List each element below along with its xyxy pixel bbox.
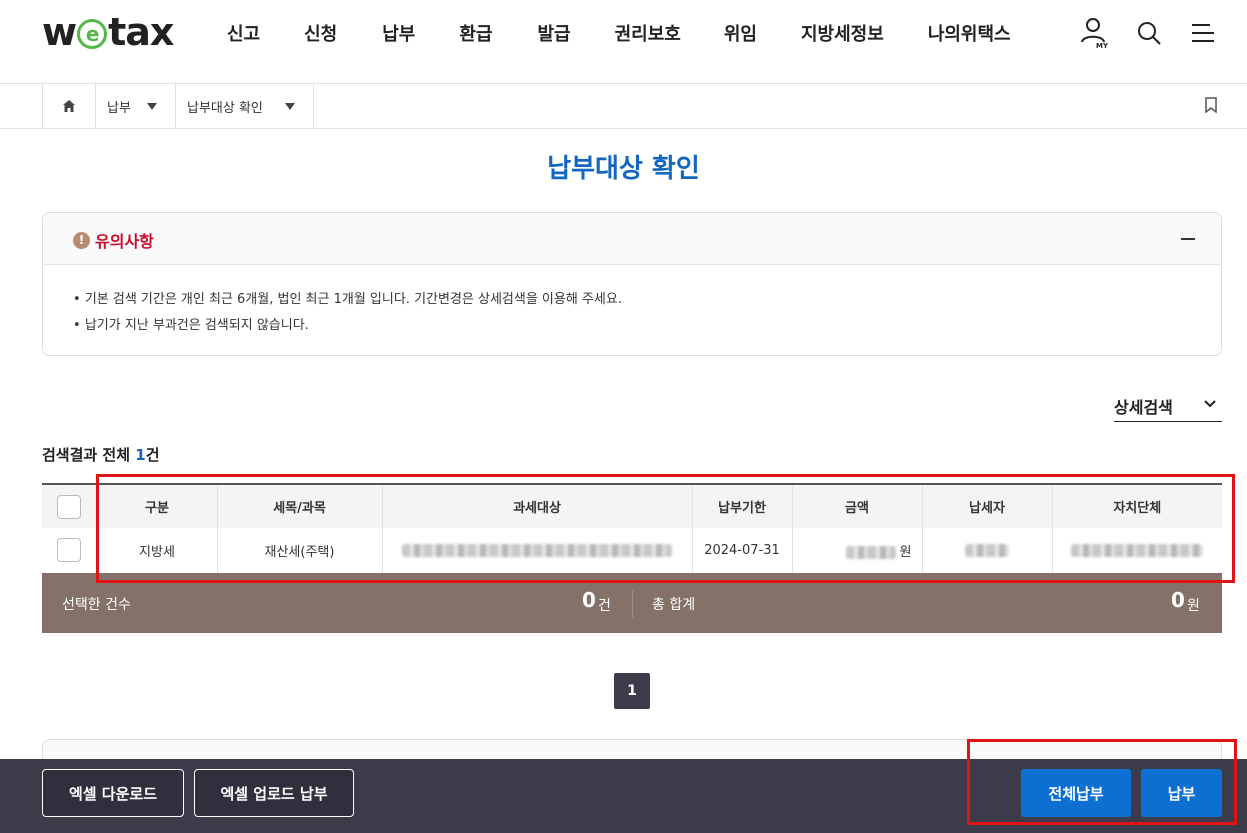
search-icon[interactable] [1133,16,1165,50]
logo-text-tax: tax [108,10,174,54]
action-footer: 엑셀 다운로드 엑셀 업로드 납부 전체납부 납부 [0,759,1247,833]
excel-upload-pay-button[interactable]: 엑셀 업로드 납부 [194,769,354,817]
column-header: 구분 [96,483,217,528]
notice-item: • 납기가 지난 부과건은 검색되지 않습니다. [73,318,309,333]
table-row[interactable]: 지방세 재산세(주택) 2024-07-31 원 [42,528,1222,574]
result-count-prefix: 검색결과 전체 [42,446,136,464]
redacted-local-government [1071,543,1204,557]
notice-title: ! 유의사항 [73,228,154,252]
my-label: MY [1096,42,1109,50]
nav-item-delegate[interactable]: 위임 [724,20,757,46]
cell-local-government [1051,528,1222,574]
total-amount-unit: 원 [1187,598,1200,614]
chevron-down-icon [1204,400,1216,408]
selected-count-unit: 건 [598,598,611,614]
select-all-cell [42,483,97,528]
excel-download-button[interactable]: 엑셀 다운로드 [42,769,184,817]
home-icon[interactable] [42,84,96,128]
result-count-suffix: 건 [145,446,160,464]
result-count-number: 1 [135,446,146,464]
selected-count-value: 0 [582,588,596,612]
breadcrumb-level2-label: 납부대상 확인 [187,100,263,116]
main-nav: 신고 신청 납부 환급 발급 권리보호 위임 지방세정보 나의위택스 [210,20,1011,46]
nav-item-my-wetax[interactable]: 나의위택스 [928,20,1011,46]
pay-all-button[interactable]: 전체납부 [1021,769,1131,817]
nav-item-apply[interactable]: 신청 [304,20,337,46]
breadcrumb: 납부 납부대상 확인 [0,84,1247,129]
total-amount-value: 0 [1171,588,1185,612]
page-title: 납부대상 확인 [547,154,700,184]
summary-divider [632,590,633,618]
nav-item-payment[interactable]: 납부 [382,20,415,46]
cell-amount: 원 [791,528,922,574]
caret-down-icon [285,103,295,110]
header-icons: MY [1079,16,1219,50]
column-header: 과세대상 [381,483,692,528]
bookmark-icon[interactable] [1205,97,1217,117]
column-header: 금액 [791,483,922,528]
wetax-logo[interactable]: w e tax [42,10,174,54]
total-amount-label: 총 합계 [652,597,696,613]
warning-icon: ! [73,231,90,249]
notice-header[interactable]: ! 유의사항 [43,213,1221,265]
redacted-amount [845,545,896,559]
redacted-tax-object [402,543,672,557]
cell-due-date: 2024-07-31 [691,528,792,574]
column-header: 납세자 [921,483,1052,528]
selected-count-label: 선택한 건수 [62,597,131,613]
amount-unit: 원 [899,544,912,560]
nav-item-report[interactable]: 신고 [227,20,260,46]
user-icon[interactable]: MY [1079,16,1111,50]
selection-summary: 선택한 건수 0 건 총 합계 0 원 [42,573,1222,633]
nav-item-issue[interactable]: 발급 [538,20,571,46]
logo-text-w: w [42,10,77,54]
notice-title-text: 유의사항 [95,232,154,251]
pay-button[interactable]: 납부 [1141,769,1222,817]
notice-body: • 기본 검색 기간은 개인 최근 6개월, 법인 최근 1개월 입니다. 기간… [43,265,1221,339]
nav-item-local-tax-info[interactable]: 지방세정보 [801,20,884,46]
payment-target-table: 구분 세목/과목 과세대상 납부기한 금액 납세자 자치단체 지방세 재산세(주… [42,483,1222,574]
row-checkbox[interactable] [57,538,82,563]
menu-icon[interactable] [1187,16,1219,50]
collapse-icon[interactable] [1181,238,1195,240]
select-all-checkbox[interactable] [57,494,82,519]
e-circle-logo-icon: e [77,19,108,49]
caret-down-icon [147,103,157,110]
page-button-current[interactable]: 1 [614,673,650,709]
column-header: 납부기한 [691,483,792,528]
detail-search-label: 상세검색 [1114,398,1173,417]
breadcrumb-level1-label: 납부 [107,100,131,116]
nav-item-refund[interactable]: 환급 [459,20,492,46]
cell-category: 지방세 [96,528,217,574]
detail-search-toggle[interactable]: 상세검색 [1114,394,1222,422]
row-select-cell [42,528,97,574]
site-header: w e tax 신고 신청 납부 환급 발급 권리보호 위임 지방세정보 나의위… [0,0,1247,84]
table-header-row: 구분 세목/과목 과세대상 납부기한 금액 납세자 자치단체 [42,483,1222,528]
cell-taxpayer [921,528,1052,574]
result-count: 검색결과 전체 1건 [42,444,160,465]
redacted-taxpayer [965,543,1009,557]
nav-item-rights[interactable]: 권리보호 [615,20,681,46]
breadcrumb-level2[interactable]: 납부대상 확인 [176,84,314,128]
column-header: 세목/과목 [216,483,382,528]
column-header: 자치단체 [1051,483,1222,528]
cell-tax-object [381,528,692,574]
cell-tax-item: 재산세(주택) [216,528,382,574]
breadcrumb-level1[interactable]: 납부 [96,84,176,128]
notice-panel: ! 유의사항 • 기본 검색 기간은 개인 최근 6개월, 법인 최근 1개월 … [42,212,1222,356]
notice-item: • 기본 검색 기간은 개인 최근 6개월, 법인 최근 1개월 입니다. 기간… [73,292,622,307]
